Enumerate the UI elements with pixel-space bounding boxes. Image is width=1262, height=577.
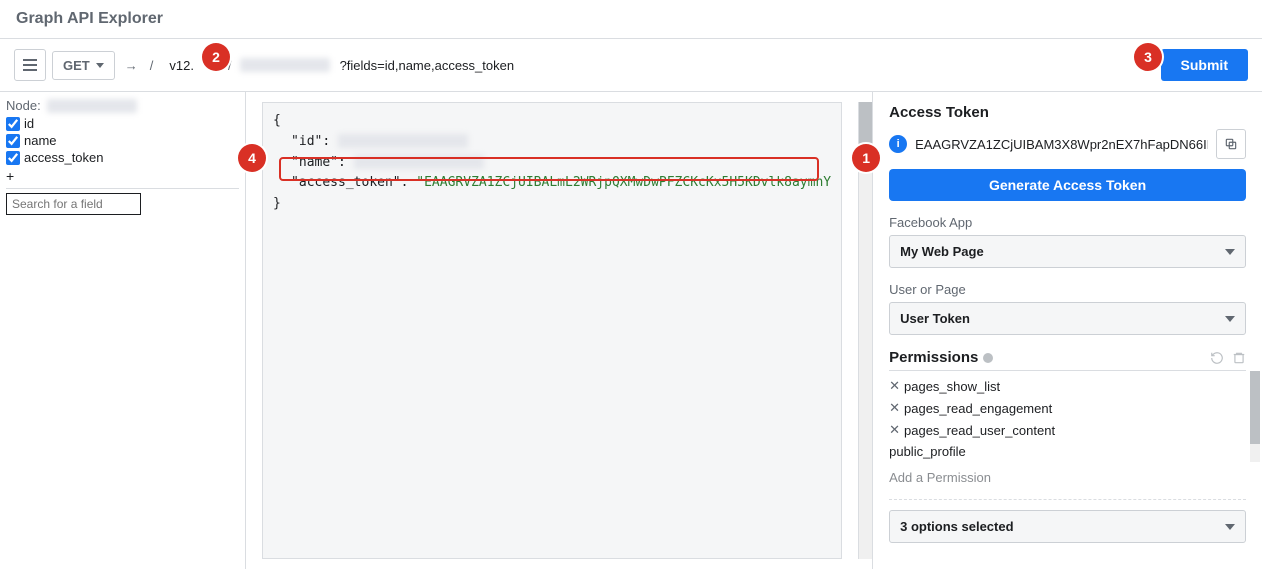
field-item-access-token[interactable]: access_token: [6, 149, 239, 166]
left-sidebar: Node: id name access_token +: [0, 92, 246, 569]
callout-4: 4: [238, 144, 266, 172]
field-label: name: [24, 133, 57, 148]
permissions-list-wrapper: ✕ pages_show_list ✕ pages_read_engagemen…: [889, 370, 1246, 462]
add-field-button[interactable]: +: [6, 166, 239, 186]
callout-3: 3: [1134, 43, 1162, 71]
field-list: id name access_token: [6, 115, 239, 166]
undo-icon[interactable]: [1210, 351, 1224, 365]
http-method-select[interactable]: GET: [52, 51, 115, 80]
main-area: Node: id name access_token + { "id":: [0, 92, 1262, 569]
field-item-id[interactable]: id: [6, 115, 239, 132]
page-title: Graph API Explorer: [16, 10, 1246, 28]
add-permission-button[interactable]: Add a Permission: [889, 462, 1246, 500]
info-circle-icon[interactable]: [982, 352, 994, 364]
node-label-row: Node:: [6, 98, 239, 113]
divider: [6, 188, 239, 189]
callout-1: 1: [852, 144, 880, 172]
field-item-name[interactable]: name: [6, 132, 239, 149]
permission-label: pages_read_engagement: [904, 401, 1052, 416]
copy-icon: [1224, 137, 1238, 151]
permission-options-select[interactable]: 3 options selected: [889, 510, 1246, 543]
permission-item[interactable]: ✕ pages_read_engagement: [889, 397, 1246, 419]
permission-label: pages_read_user_content: [904, 423, 1055, 438]
submit-button[interactable]: Submit: [1161, 49, 1248, 81]
hamburger-button[interactable]: [14, 49, 46, 81]
permission-item[interactable]: ✕ pages_show_list: [889, 375, 1246, 397]
field-label: access_token: [24, 150, 104, 165]
remove-perm-icon[interactable]: ✕: [889, 378, 900, 394]
permissions-list: ✕ pages_show_list ✕ pages_read_engagemen…: [889, 371, 1246, 462]
permission-label: public_profile: [889, 444, 966, 459]
access-token-title: Access Token: [889, 104, 1246, 121]
redacted-id-value: [338, 134, 468, 148]
redacted-node-id: [240, 58, 330, 72]
permission-item[interactable]: public_profile: [889, 441, 1246, 462]
info-icon[interactable]: i: [889, 135, 907, 153]
field-checkbox[interactable]: [6, 117, 20, 131]
http-method-label: GET: [63, 58, 90, 73]
request-toolbar: GET → / v12. 2 / 3 Submit: [0, 39, 1262, 92]
token-display-row: i EAAGRVZA1ZCjUIBAM3X8Wpr2nEX7hFapDN66IH…: [889, 129, 1246, 159]
slash-separator: /: [148, 58, 156, 73]
generate-token-button[interactable]: Generate Access Token: [889, 169, 1246, 201]
query-input[interactable]: [336, 52, 1155, 79]
response-body[interactable]: { "id": "name": "access_token": "EAAGRVZ…: [262, 102, 842, 559]
search-field-input[interactable]: [6, 193, 141, 215]
json-key-token: "access_token": [291, 175, 401, 190]
permission-label: pages_show_list: [904, 379, 1000, 394]
permissions-header: Permissions: [889, 349, 1246, 366]
token-text: EAAGRVZA1ZCjUIBAM3X8Wpr2nEX7hFapDN66IHgo…: [915, 137, 1208, 152]
json-value-token: "EAAGRVZA1ZCjUIBALmL2WRjpQXMwDwPFZCKcKx5…: [416, 175, 831, 190]
caret-down-icon: [1225, 524, 1235, 530]
permissions-title: Permissions: [889, 349, 978, 366]
field-checkbox[interactable]: [6, 134, 20, 148]
remove-perm-icon[interactable]: ✕: [889, 400, 900, 416]
caret-down-icon: [1225, 316, 1235, 322]
perm-select-label: 3 options selected: [900, 519, 1013, 534]
facebook-app-value: My Web Page: [900, 244, 984, 259]
arrow-separator: →: [121, 58, 142, 73]
user-page-value: User Token: [900, 311, 970, 326]
caret-down-icon: [96, 63, 104, 68]
user-page-select[interactable]: User Token: [889, 302, 1246, 335]
trash-icon[interactable]: [1232, 351, 1246, 365]
redacted-name-value: [354, 155, 484, 169]
permission-item[interactable]: ✕ pages_read_user_content: [889, 419, 1246, 441]
facebook-app-label: Facebook App: [889, 215, 1246, 230]
user-page-label: User or Page: [889, 282, 1246, 297]
redacted-node-name: [47, 99, 137, 113]
scrollbar-thumb[interactable]: [1250, 371, 1260, 444]
caret-down-icon: [1225, 249, 1235, 255]
remove-perm-icon[interactable]: ✕: [889, 422, 900, 438]
copy-token-button[interactable]: [1216, 129, 1246, 159]
json-key-name: "name": [291, 155, 338, 170]
facebook-app-select[interactable]: My Web Page: [889, 235, 1246, 268]
api-version[interactable]: v12.: [161, 52, 202, 79]
callout-2: 2: [202, 43, 230, 71]
response-column: { "id": "name": "access_token": "EAAGRVZ…: [246, 92, 873, 569]
permissions-scrollbar[interactable]: [1250, 371, 1260, 462]
field-checkbox[interactable]: [6, 151, 20, 165]
right-sidebar: Access Token i EAAGRVZA1ZCjUIBAM3X8Wpr2n…: [873, 92, 1262, 569]
json-key-id: "id": [291, 134, 322, 149]
header-bar: Graph API Explorer: [0, 0, 1262, 39]
field-label: id: [24, 116, 34, 131]
